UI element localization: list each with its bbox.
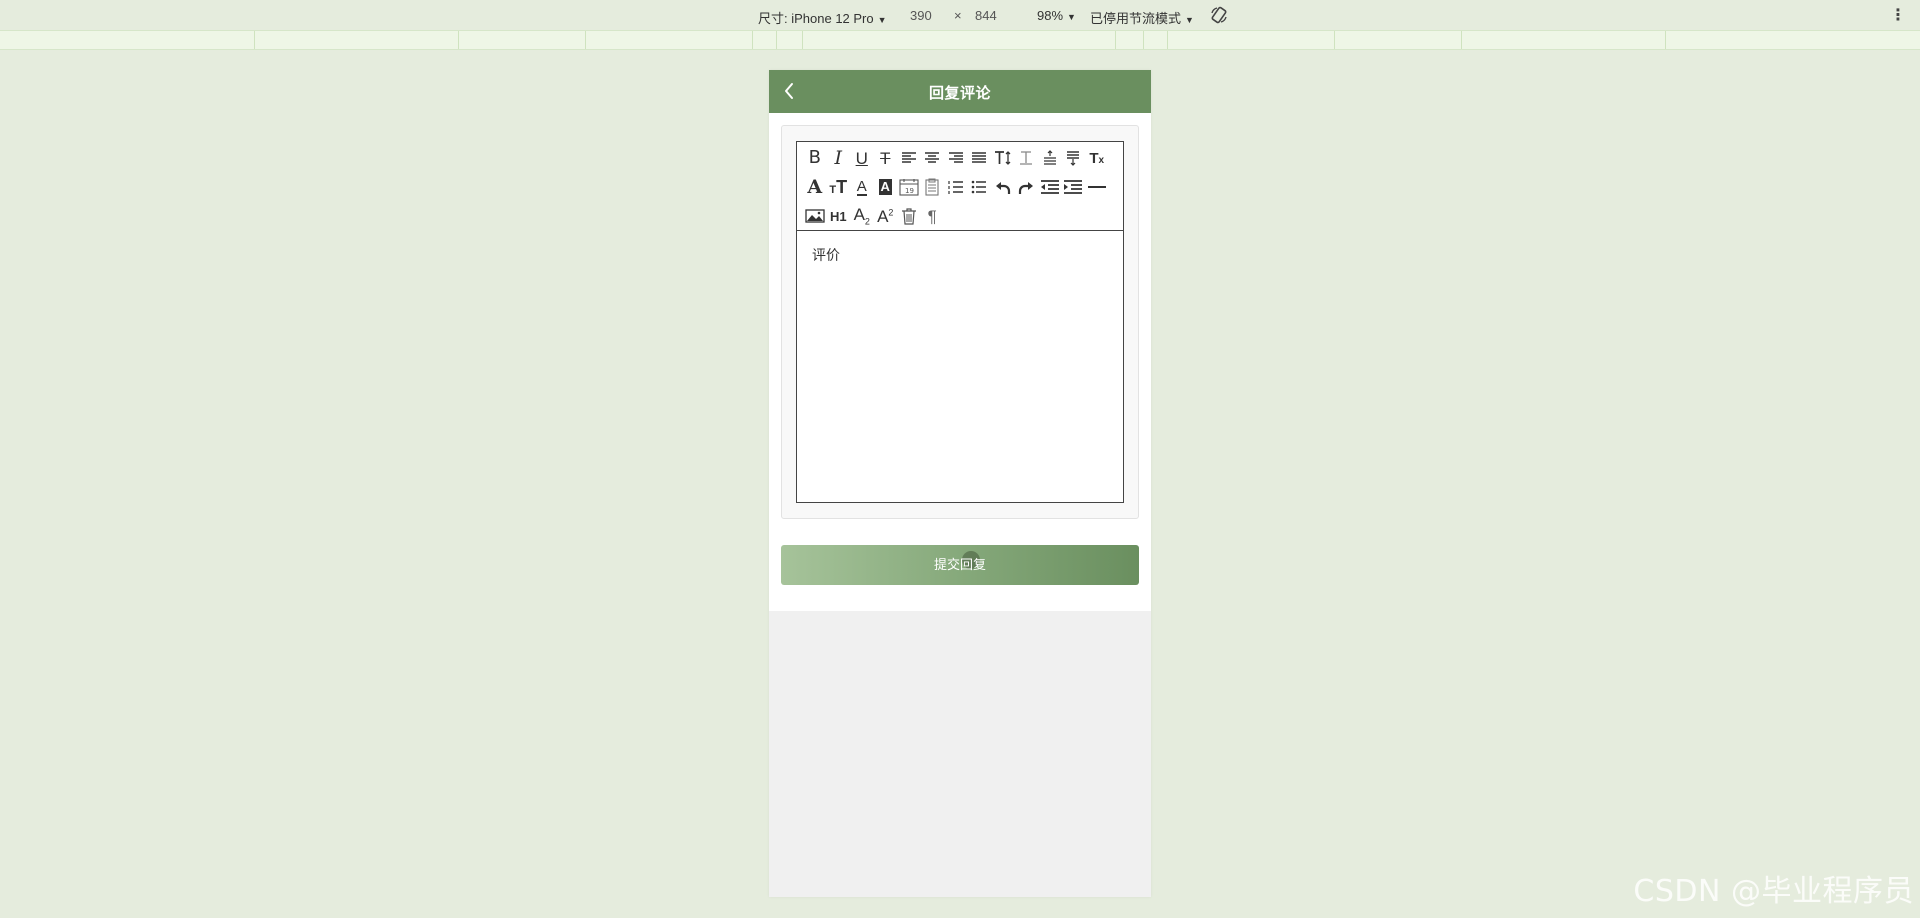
caret-down-icon: ▼ xyxy=(1185,15,1194,25)
toolbar-row-2: A TT A A 19 xyxy=(803,175,1109,199)
svg-text:19: 19 xyxy=(905,187,914,195)
undo-icon[interactable] xyxy=(991,176,1015,198)
strikethrough-icon[interactable]: T xyxy=(874,147,898,169)
margin-top-icon[interactable] xyxy=(1038,147,1062,169)
submit-reply-button[interactable]: 提交回复 xyxy=(781,545,1139,585)
margin-bottom-icon[interactable] xyxy=(1062,147,1086,169)
indent-icon[interactable] xyxy=(1062,176,1086,198)
media-query-ruler xyxy=(0,30,1920,50)
width-input[interactable]: 390 xyxy=(910,8,932,23)
outdent-icon[interactable] xyxy=(1038,176,1062,198)
content-area: B I U T Tx A TT A A 19 H1 A2 A2 ¶ 评价 提交回… xyxy=(769,113,1151,611)
bold-icon[interactable]: B xyxy=(803,147,827,169)
delete-icon[interactable] xyxy=(897,205,921,227)
nav-bar: 回复评论 xyxy=(769,70,1151,113)
letter-spacing-icon[interactable] xyxy=(1015,147,1039,169)
devtools-device-toolbar: 尺寸: iPhone 12 Pro ▼ 390 × 844 98% ▼ 已停用节流模… xyxy=(0,0,1920,30)
times-sign: × xyxy=(954,8,962,23)
superscript-icon[interactable]: A2 xyxy=(874,205,898,227)
editor-toolbar: B I U T Tx A TT A A 19 H1 A2 A2 ¶ xyxy=(797,142,1123,231)
line-height-icon[interactable] xyxy=(991,147,1015,169)
phone-viewport: 回复评论 B I U T Tx A TT A A 19 H1 A2 A2 ¶ 评… xyxy=(769,70,1151,897)
zoom-label: 98% xyxy=(1037,8,1064,23)
bullet-list-icon[interactable] xyxy=(968,176,992,198)
clear-format-icon[interactable]: Tx xyxy=(1085,147,1109,169)
caret-down-icon: ▼ xyxy=(1067,12,1076,22)
editor-content-text: 评价 xyxy=(812,247,840,263)
background-color-icon[interactable]: A xyxy=(874,176,898,198)
editor-content-area[interactable]: 评价 xyxy=(797,231,1123,501)
height-input[interactable]: 844 xyxy=(975,8,997,23)
align-justify-icon[interactable] xyxy=(968,147,992,169)
editor-card: B I U T Tx A TT A A 19 H1 A2 A2 ¶ 评价 xyxy=(781,125,1139,519)
toolbar-row-3: H1 A2 A2 ¶ xyxy=(803,204,944,228)
align-right-icon[interactable] xyxy=(944,147,968,169)
font-family-icon[interactable]: A xyxy=(803,176,827,198)
align-center-icon[interactable] xyxy=(921,147,945,169)
image-icon[interactable] xyxy=(803,205,827,227)
text-color-icon[interactable]: A xyxy=(850,176,874,198)
device-label: 尺寸: iPhone 12 Pro xyxy=(758,11,874,26)
paragraph-icon[interactable]: ¶ xyxy=(921,205,945,227)
rotate-icon[interactable] xyxy=(1209,5,1229,25)
underline-icon[interactable]: U xyxy=(850,147,874,169)
throttle-selector[interactable]: 已停用节流模式 ▼ xyxy=(1090,8,1194,27)
more-options-icon[interactable]: ⋮ xyxy=(1890,5,1906,25)
watermark: CSDN @毕业程序员 xyxy=(1633,874,1914,909)
toolbar-row-1: B I U T Tx xyxy=(803,146,1109,170)
horizontal-rule-icon[interactable] xyxy=(1085,176,1109,198)
subscript-icon[interactable]: A2 xyxy=(850,205,874,227)
date-icon[interactable]: 19 xyxy=(897,176,921,198)
submit-reply-label: 提交回复 xyxy=(933,557,986,572)
heading-icon[interactable]: H1 xyxy=(827,205,851,227)
caret-down-icon: ▼ xyxy=(877,15,887,25)
throttle-label: 已停用节流模式 xyxy=(1090,11,1182,26)
redo-icon[interactable] xyxy=(1015,176,1039,198)
italic-icon[interactable]: I xyxy=(827,147,851,169)
checklist-icon[interactable] xyxy=(921,176,945,198)
heading-label: H1 xyxy=(829,208,847,224)
font-size-icon[interactable]: TT xyxy=(827,176,851,198)
rich-text-editor: B I U T Tx A TT A A 19 H1 A2 A2 ¶ 评价 xyxy=(796,141,1124,503)
zoom-selector[interactable]: 98% ▼ xyxy=(1037,8,1076,23)
ordered-list-icon[interactable] xyxy=(944,176,968,198)
device-selector[interactable]: 尺寸: iPhone 12 Pro ▼ xyxy=(758,8,887,27)
align-left-icon[interactable] xyxy=(897,147,921,169)
page-title: 回复评论 xyxy=(928,85,991,102)
